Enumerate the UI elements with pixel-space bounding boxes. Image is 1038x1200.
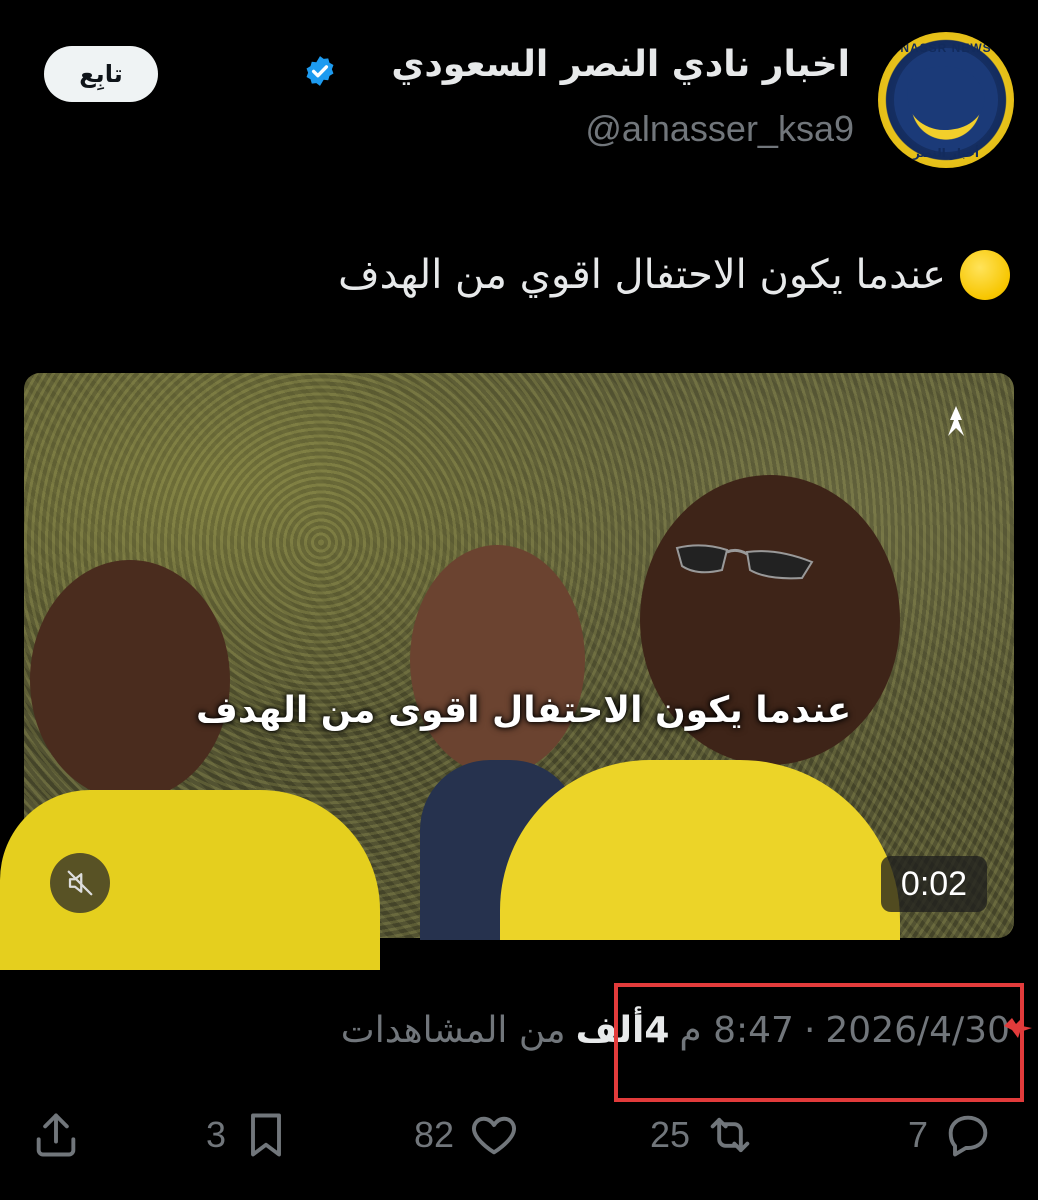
video-caption: عندما يكون الاحتفال اقوى من الهدف: [196, 690, 852, 731]
reply-icon: [948, 1115, 988, 1157]
video-player-figure-middle-head: [410, 545, 585, 775]
avatar-text-bottom: أخبار النصر: [912, 146, 980, 160]
reply-count: 7: [908, 1114, 929, 1155]
heart-icon: [472, 1116, 516, 1155]
account-avatar[interactable]: NASSR NEWS أخبار النصر: [878, 32, 1014, 168]
bookmark-icon: [251, 1113, 281, 1157]
channel-watermark-icon: [948, 406, 964, 436]
follow-button[interactable]: تابِع: [44, 46, 158, 102]
mute-toggle-button[interactable]: [50, 853, 110, 913]
tweet-text: عندما يكون الاحتفال اقوي من الهدف: [338, 250, 1010, 300]
video-duration: 0:02: [881, 856, 987, 912]
share-icon: [36, 1113, 76, 1157]
bookmark-button[interactable]: 3: [206, 1100, 292, 1170]
retweet-button[interactable]: 25: [650, 1100, 756, 1170]
verified-badge-icon: [306, 56, 334, 86]
video-player-figure-left-head: [30, 560, 230, 800]
views-label: من المشاهدات: [340, 1010, 566, 1051]
account-handle[interactable]: @alnasser_ksa9: [585, 108, 854, 150]
red-mark-icon: [1004, 1016, 1032, 1038]
reply-button[interactable]: 7: [908, 1100, 994, 1170]
yellow-circle-emoji-icon: [960, 250, 1010, 300]
retweet-icon: [710, 1117, 750, 1153]
like-button[interactable]: 82: [414, 1100, 520, 1170]
share-button[interactable]: [30, 1100, 82, 1170]
avatar-text-top: NASSR NEWS: [900, 41, 992, 55]
tweet-text-content: عندما يكون الاحتفال اقوي من الهدف: [338, 252, 946, 298]
account-display-name[interactable]: اخبار نادي النصر السعودي: [391, 44, 850, 85]
sunglasses-graphic: [675, 544, 814, 580]
timestamp-highlight-box: [614, 983, 1024, 1102]
retweet-count: 25: [650, 1114, 691, 1155]
muted-speaker-icon: [67, 870, 93, 896]
bookmark-count: 3: [206, 1114, 227, 1155]
like-count: 82: [414, 1114, 455, 1155]
